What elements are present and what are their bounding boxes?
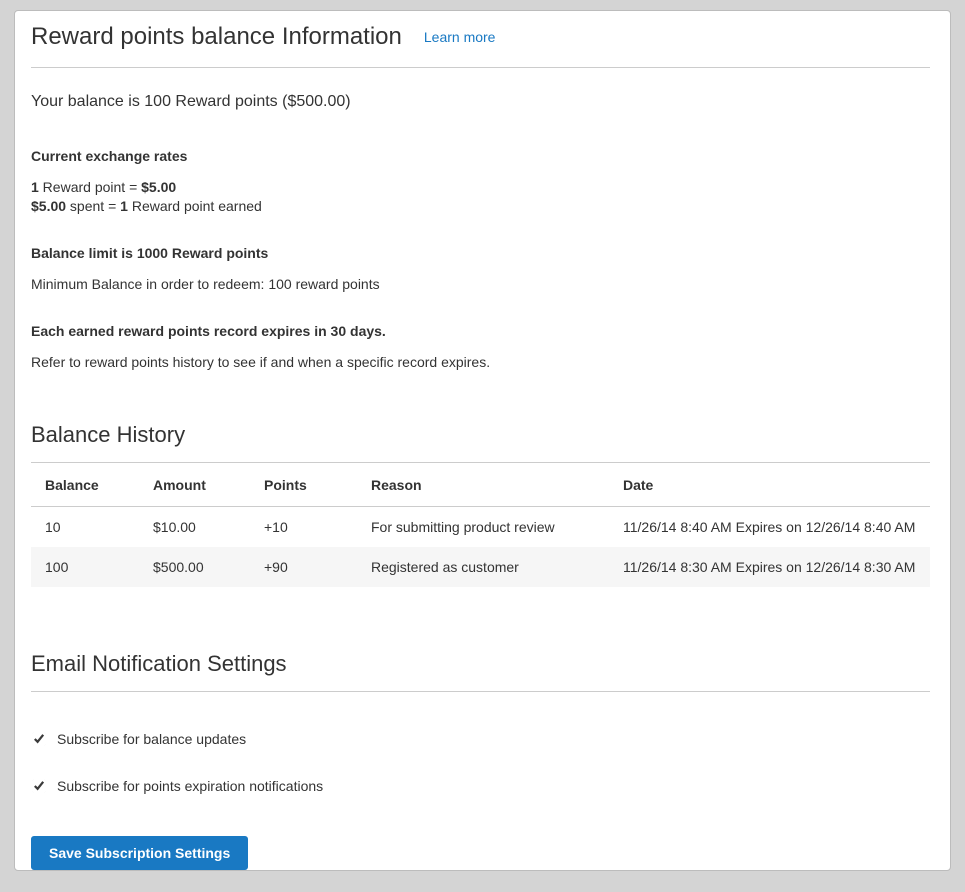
cell-date: 11/26/14 8:30 AM Expires on 12/26/14 8:3…	[609, 547, 930, 587]
balance-history-table: Balance Amount Points Reason Date 10 $10…	[31, 463, 930, 587]
balance-updates-label: Subscribe for balance updates	[57, 731, 246, 747]
balance-updates-checkbox[interactable]	[32, 732, 46, 746]
learn-more-link[interactable]: Learn more	[424, 29, 496, 45]
table-row: 100 $500.00 +90 Registered as customer 1…	[31, 547, 930, 587]
rate-point-value: 1	[31, 179, 39, 195]
cell-date: 11/26/14 8:40 AM Expires on 12/26/14 8:4…	[609, 507, 930, 548]
column-header-date: Date	[609, 463, 930, 507]
expiration-heading: Each earned reward points record expires…	[31, 323, 930, 339]
rate-line-2-text-1: spent =	[66, 198, 120, 214]
email-notification-heading: Email Notification Settings	[31, 651, 930, 692]
spend-dollar-value: $5.00	[31, 198, 66, 214]
cell-points: +10	[250, 507, 357, 548]
column-header-reason: Reason	[357, 463, 609, 507]
page-header: Reward points balance Information Learn …	[31, 11, 930, 68]
rate-line-1-text: Reward point =	[39, 179, 141, 195]
earned-point-value: 1	[120, 198, 128, 214]
cell-reason: For submitting product review	[357, 507, 609, 548]
exchange-rate-line-2: $5.00 spent = 1 Reward point earned	[31, 197, 930, 216]
cell-amount: $10.00	[139, 507, 250, 548]
column-header-amount: Amount	[139, 463, 250, 507]
cell-points: +90	[250, 547, 357, 587]
cell-reason: Registered as customer	[357, 547, 609, 587]
table-header-row: Balance Amount Points Reason Date	[31, 463, 930, 507]
cell-balance: 10	[31, 507, 139, 548]
points-expiration-option: Subscribe for points expiration notifica…	[31, 778, 930, 794]
balance-summary: Your balance is 100 Reward points ($500.…	[31, 92, 930, 111]
minimum-balance-line: Minimum Balance in order to redeem: 100 …	[31, 275, 930, 294]
rate-dollar-value: $5.00	[141, 179, 176, 195]
reward-points-panel: Reward points balance Information Learn …	[14, 10, 951, 871]
column-header-balance: Balance	[31, 463, 139, 507]
expiration-note: Refer to reward points history to see if…	[31, 353, 930, 372]
rate-line-2-text-2: Reward point earned	[128, 198, 262, 214]
points-expiration-label: Subscribe for points expiration notifica…	[57, 778, 323, 794]
exchange-rates-heading: Current exchange rates	[31, 148, 930, 164]
exchange-rate-line-1: 1 Reward point = $5.00	[31, 178, 930, 197]
cell-balance: 100	[31, 547, 139, 587]
balance-limit-heading: Balance limit is 1000 Reward points	[31, 245, 930, 261]
points-expiration-checkbox[interactable]	[32, 779, 46, 793]
balance-updates-option: Subscribe for balance updates	[31, 731, 930, 747]
page-title: Reward points balance Information	[31, 24, 402, 50]
table-row: 10 $10.00 +10 For submitting product rev…	[31, 507, 930, 548]
save-subscription-settings-button[interactable]: Save Subscription Settings	[31, 836, 248, 870]
balance-history-heading: Balance History	[31, 422, 930, 463]
cell-amount: $500.00	[139, 547, 250, 587]
column-header-points: Points	[250, 463, 357, 507]
